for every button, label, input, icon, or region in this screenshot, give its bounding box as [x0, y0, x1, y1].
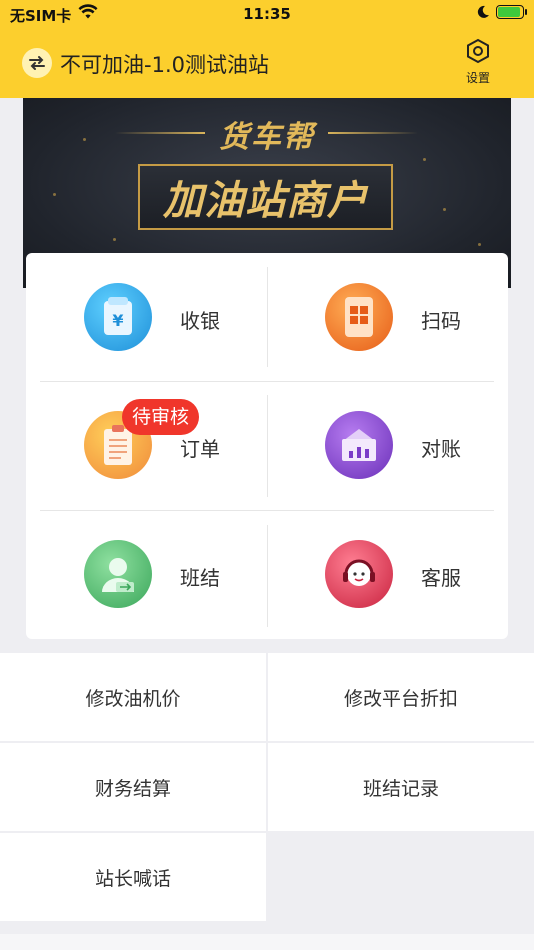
switch-station-button[interactable] [22, 48, 52, 78]
grid-item-reconcile[interactable]: 对账 [267, 381, 508, 509]
banner-headline: 加油站商户 [163, 178, 368, 224]
switch-arrows-icon [29, 56, 45, 70]
status-bar: 无SIM卡 11:35 [0, 0, 534, 28]
scan-icon [325, 283, 393, 351]
grid-item-service[interactable]: 客服 [267, 510, 508, 638]
gear-icon [467, 38, 489, 64]
station-title: 不可加油-1.0测试油站 [60, 53, 269, 77]
bottom-area [0, 934, 534, 950]
menu-edit-pump-price[interactable]: 修改油机价 [0, 653, 266, 741]
menu-edit-platform-discount[interactable]: 修改平台折扣 [268, 653, 534, 741]
brand-logo: 货车帮 [219, 120, 315, 155]
grid-item-label: 班结 [180, 566, 220, 590]
menu-financial-settlement[interactable]: 财务结算 [0, 743, 266, 831]
grid-item-label: 扫码 [421, 309, 461, 333]
service-icon [325, 540, 393, 608]
grid-item-cashier[interactable]: ¥ 收银 [26, 253, 267, 381]
clock: 11:35 [243, 5, 291, 23]
svg-text:¥: ¥ [112, 311, 123, 330]
function-grid: ¥ 收银 扫码 订单 待审核 对账 班结 客服 [26, 253, 508, 639]
grid-item-order[interactable]: 订单 待审核 [26, 381, 267, 509]
shift-icon [84, 540, 152, 608]
grid-item-label: 收银 [180, 309, 220, 333]
moon-icon [476, 5, 490, 23]
grid-item-shift[interactable]: 班结 [26, 510, 267, 638]
banner-headline-box: 加油站商户 [138, 164, 393, 230]
grid-item-scan[interactable]: 扫码 [267, 253, 508, 381]
battery-icon [496, 5, 527, 19]
menu-manager-announcement[interactable]: 站长喊话 [0, 833, 266, 921]
grid-item-label: 对账 [421, 437, 461, 461]
pending-review-badge: 待审核 [122, 399, 200, 435]
reconcile-icon [325, 411, 393, 479]
settings-label: 设置 [465, 71, 490, 85]
grid-item-label: 客服 [421, 566, 461, 590]
grid-item-label: 订单 [180, 437, 220, 461]
cashier-icon: ¥ [84, 283, 152, 351]
menu-shift-records[interactable]: 班结记录 [268, 743, 534, 831]
app-header: 无SIM卡 11:35 不可加油-1.0测试油站 设置 [0, 0, 534, 98]
settings-button[interactable]: 设置 [458, 38, 498, 88]
